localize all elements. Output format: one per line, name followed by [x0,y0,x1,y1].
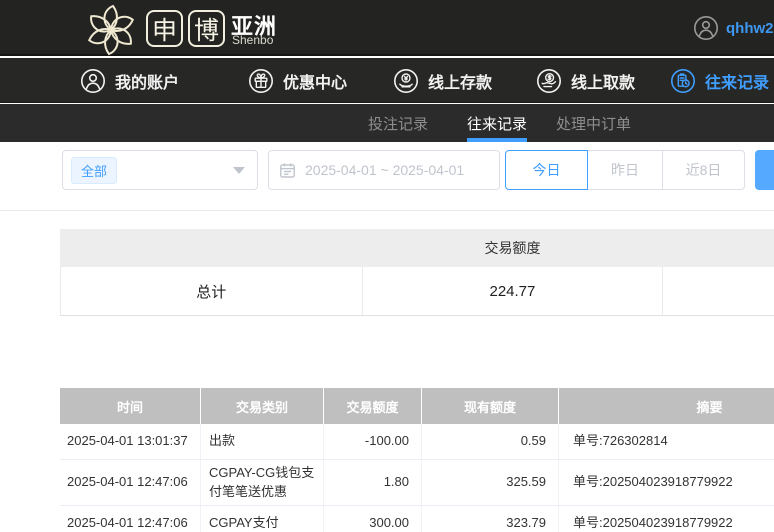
summary-header-label: 交易额度 [484,240,541,256]
nav-item-transaction-records[interactable]: 往来记录 [670,58,769,103]
summary-total-row: 总计 224.77 [60,267,774,316]
date-range-input[interactable]: 2025-04-01 ~ 2025-04-01 [268,150,500,190]
cell-balance: 323.79 [422,506,559,532]
cell-time: 2025-04-01 12:47:06 [60,460,201,505]
table-row: 2025-04-01 13:01:37 出款 -100.00 0.59 单号:7… [60,424,774,460]
summary-header-row: 交易额度 [60,229,774,267]
column-header-balance: 现有额度 [422,388,559,424]
nav-item-promotions[interactable]: 优惠中心 [248,58,347,103]
username-text: qhhw2 [726,19,774,37]
cell-time: 2025-04-01 13:01:37 [60,424,201,459]
cell-amount: 300.00 [324,506,422,532]
withdraw-icon [536,68,562,94]
user-circle-icon [80,68,106,94]
selected-type-tag[interactable]: 全部 [71,156,118,184]
nav-label: 线上取款 [571,74,636,92]
nav-label: 线上存款 [428,74,493,92]
chevron-down-icon [233,166,245,174]
summary-total-value: 224.77 [363,267,664,315]
user-account-link[interactable]: qhhw2 [693,15,774,41]
table-row: 2025-04-01 12:47:06 CGPAY-CG钱包支付笔笔送优惠 1.… [60,460,774,506]
cell-amount: 1.80 [324,460,422,505]
brand-flower-icon [82,0,140,58]
brand-name-en: Shenbo [232,33,274,47]
gift-icon [248,68,274,94]
tab-transaction-records[interactable]: 往来记录 [467,104,528,142]
tab-pending-orders[interactable]: 处理中订单 [556,104,631,142]
cell-type: 出款 [201,424,324,459]
brand-char-1: 申 [151,16,177,45]
filter-separator [0,210,774,211]
nav-item-online-withdrawal[interactable]: 线上取款 [536,58,635,103]
summary-total-label: 总计 [61,267,363,315]
last-8-days-button[interactable]: 近8日 [662,150,745,190]
search-button[interactable] [755,150,774,190]
main-nav-band: 我的账户 优惠中心 线上存款 线上取款 往来记录 [0,58,774,103]
transactions-table: 时间 交易类别 交易额度 现有额度 摘要 2025-04-01 13:01:37… [60,388,774,532]
nav-item-my-account[interactable]: 我的账户 [80,58,179,103]
nav-item-online-deposit[interactable]: 线上存款 [393,58,492,103]
cell-memo: 单号:726302814 [573,433,668,449]
user-avatar-icon [693,15,719,41]
date-range-value: 2025-04-01 ~ 2025-04-01 [305,162,465,178]
calendar-icon [279,162,296,179]
yesterday-button[interactable]: 昨日 [588,150,662,190]
cell-time: 2025-04-01 12:47:06 [60,506,201,532]
column-header-time: 时间 [60,388,201,424]
cell-balance: 325.59 [422,460,559,505]
tab-betting-records[interactable]: 投注记录 [368,104,428,142]
quick-date-button-group: 今日 昨日 近8日 [505,150,745,190]
cell-memo: 单号:202504023918779922 [573,474,733,490]
summary-table: 交易额度 总计 224.77 [60,229,774,316]
cell-amount: -100.00 [324,424,422,459]
cell-type: CGPAY支付 [201,506,324,532]
records-icon [670,68,696,94]
cell-balance: 0.59 [422,424,559,459]
nav-label: 往来记录 [705,74,770,92]
transactions-header-row: 时间 交易类别 交易额度 现有额度 摘要 [60,388,774,424]
top-header-band: 申 博 亚洲 Shenbo qhhw2 [0,0,774,56]
transaction-type-select[interactable]: 全部 [62,150,258,190]
nav-label: 优惠中心 [283,74,348,92]
brand-char-box-1: 申 [146,10,183,47]
brand-char-box-2: 博 [188,10,225,47]
cell-memo: 单号:202504023918779922 [573,515,733,531]
brand-char-2: 博 [193,16,219,45]
cell-type: CGPAY-CG钱包支付笔笔送优惠 [201,460,324,505]
summary-empty-cell [663,267,774,315]
sub-nav-band: 投注记录 往来记录 处理中订单 [0,104,774,142]
deposit-icon [393,68,419,94]
column-header-amount: 交易额度 [324,388,422,424]
column-header-memo: 摘要 [696,399,723,415]
nav-label: 我的账户 [115,74,180,92]
table-row: 2025-04-01 12:47:06 CGPAY支付 300.00 323.7… [60,506,774,532]
column-header-type: 交易类别 [201,388,324,424]
today-button[interactable]: 今日 [505,150,588,190]
